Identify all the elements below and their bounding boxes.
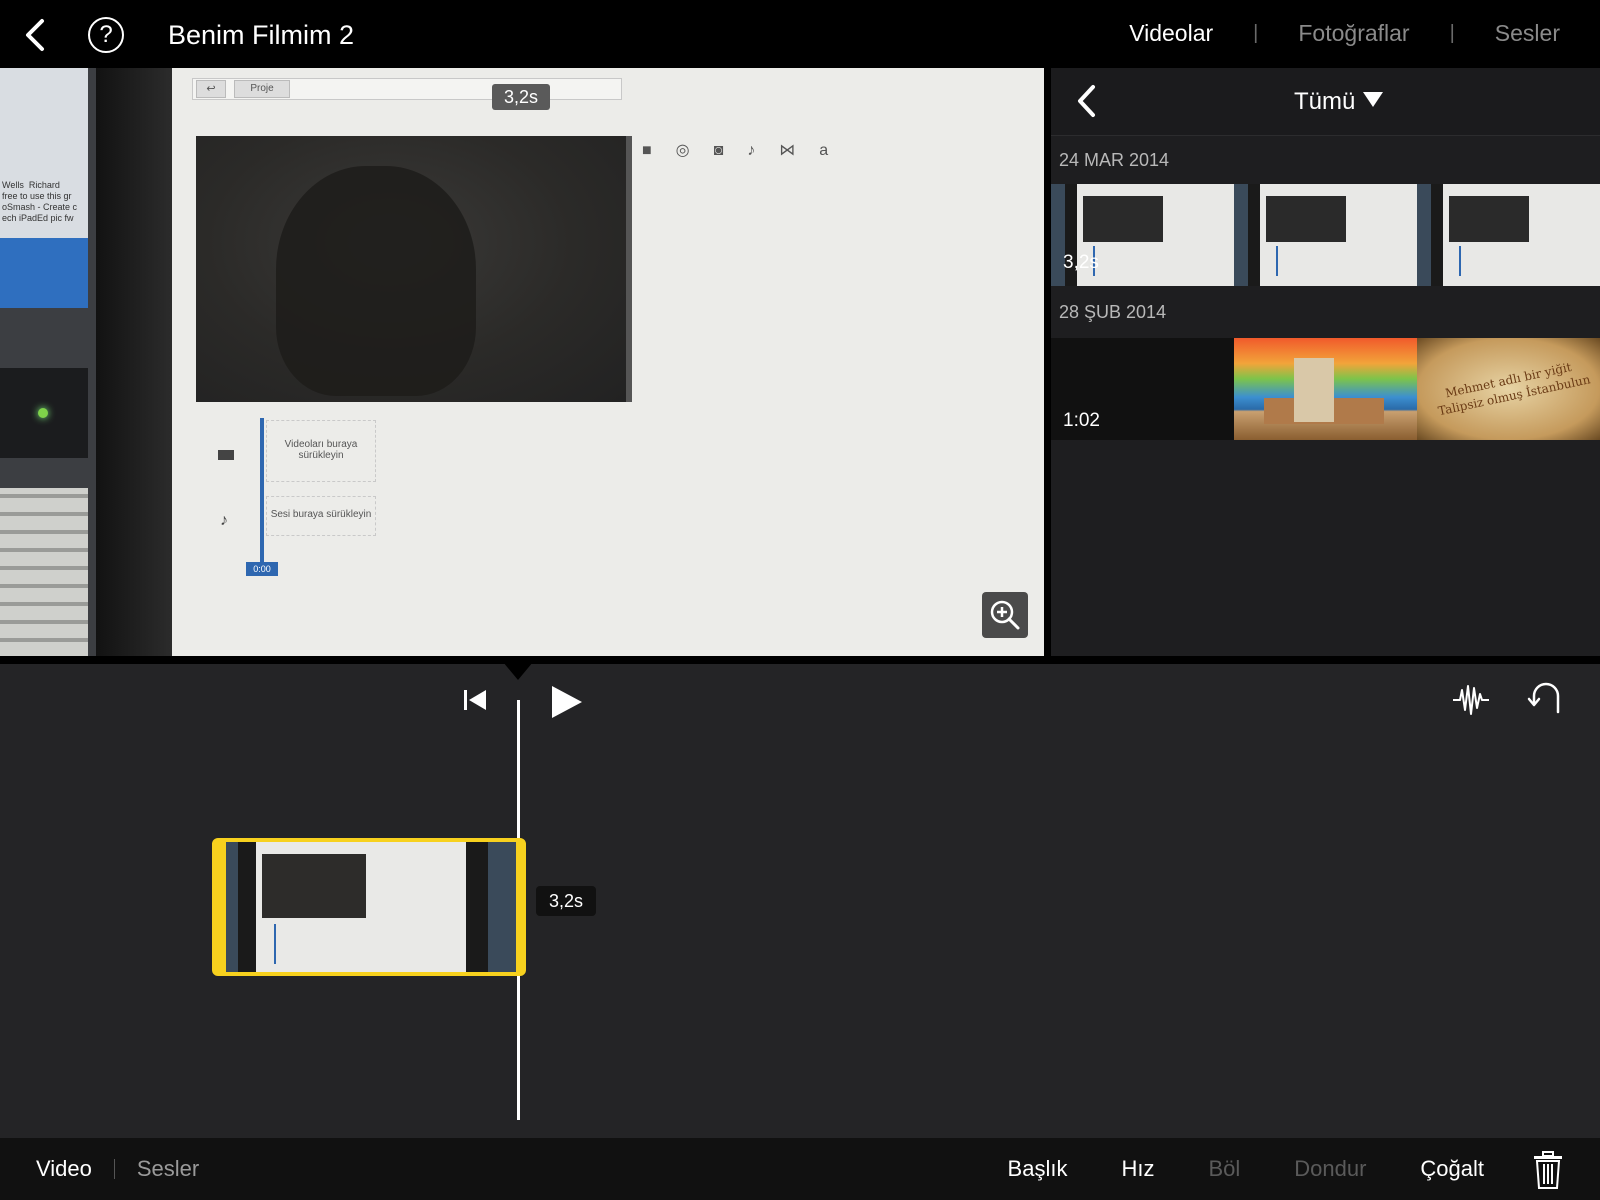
thumb-video (1266, 196, 1346, 242)
thumb-line (1276, 246, 1278, 276)
frame-proje-label: Proje (234, 80, 290, 98)
tab-separator: | (1449, 22, 1455, 44)
clip-duration: 1:02 (1063, 410, 1100, 431)
filter-dropdown[interactable]: Tümü (1294, 88, 1384, 116)
clip-line (274, 924, 276, 964)
clip-thumbnail (1234, 338, 1417, 440)
frame-tool-icons: ■◎◙♪⋈a (642, 142, 853, 159)
scroll-text: Mehmet adlı bir yiğit Talipsiz olmuş İst… (1436, 359, 1592, 419)
undo-icon[interactable] (1526, 682, 1566, 718)
title-button[interactable]: Başlık (1008, 1156, 1068, 1182)
clip-row[interactable] (1051, 184, 1600, 286)
thumb-video (1083, 196, 1163, 242)
clip-thumbnail (1417, 184, 1600, 286)
frame-drop-audio: Sesi buraya sürükleyin (266, 496, 376, 536)
frame-undo-icon: ↩ (196, 80, 226, 98)
speed-button[interactable]: Hız (1121, 1156, 1154, 1182)
tab-separator: | (1253, 22, 1259, 44)
duplicate-button[interactable]: Çoğalt (1420, 1156, 1484, 1182)
dropdown-triangle-icon (1363, 92, 1384, 107)
frame-video (196, 136, 632, 402)
inspector-mode-switch: Video Sesler (36, 1156, 199, 1182)
tab-videos[interactable]: Videolar (1129, 20, 1213, 47)
filter-label: Tümü (1294, 88, 1356, 115)
skip-to-start-icon[interactable] (462, 688, 488, 712)
browser-back-chevron-icon[interactable] (1075, 84, 1099, 118)
timeline-clip-selected[interactable] (212, 838, 526, 976)
thumb-video (1449, 196, 1529, 242)
timeline-clip-duration: 3,2s (536, 886, 596, 916)
bottom-toolbar: Video Sesler Başlık Hız Böl Dondur Çoğal… (0, 1138, 1600, 1200)
viewer-background-monitor: Wells Richard free to use this gr oSmash… (0, 68, 96, 656)
viewer-duration-badge: 3,2s (492, 84, 550, 110)
keyboard (0, 488, 88, 656)
playhead-notch (498, 656, 538, 680)
back-chevron-icon[interactable] (22, 18, 50, 52)
clip-duration: 3,2s (1063, 252, 1099, 273)
clip-actions: Başlık Hız Böl Dondur Çoğalt (1008, 1156, 1484, 1182)
tab-photos[interactable]: Fotoğraflar (1298, 20, 1409, 47)
mode-video[interactable]: Video (36, 1156, 92, 1182)
frame-playhead (260, 418, 264, 568)
clip-thumbnail (1234, 184, 1417, 286)
top-bar: ? Benim Filmim 2 Videolar | Fotoğraflar … (0, 0, 1600, 68)
monitor-text: Wells Richard free to use this gr oSmash… (2, 180, 78, 223)
frame-drop-video: Videoları buraya sürükleyin (266, 420, 376, 482)
mode-audio[interactable]: Sesler (137, 1156, 199, 1182)
split-button[interactable]: Böl (1208, 1156, 1240, 1182)
clip-thumbnail: Mehmet adlı bir yiğit Talipsiz olmuş İst… (1417, 338, 1600, 440)
power-led (38, 408, 48, 418)
video-viewer[interactable]: Wells Richard free to use this gr oSmash… (0, 68, 1044, 656)
trash-icon[interactable] (1532, 1150, 1564, 1190)
thumb-line (1459, 246, 1461, 276)
mode-separator (113, 1159, 115, 1179)
monitor-image (0, 238, 88, 308)
date-header: 24 MAR 2014 (1059, 150, 1170, 170)
help-icon[interactable]: ? (88, 17, 124, 53)
frame-camera-icon (218, 450, 234, 460)
frame-note-icon: ♪ (220, 512, 228, 529)
frame-timecode: 0:00 (246, 562, 278, 576)
play-icon[interactable] (552, 686, 582, 718)
thumb-tower (1294, 358, 1334, 422)
freeze-button[interactable]: Dondur (1294, 1156, 1366, 1182)
monitor-bezel (96, 68, 174, 656)
tab-audio[interactable]: Sesler (1495, 20, 1560, 47)
media-browser: Tümü 24 MAR 2014 3,2s 28 ŞUB 2014 Mehmet… (1051, 68, 1600, 656)
project-title: Benim Filmim 2 (168, 20, 355, 50)
timeline[interactable]: 3,2s (0, 656, 1600, 1138)
audio-waveform-icon[interactable] (1452, 682, 1490, 718)
browser-header: Tümü (1051, 68, 1600, 136)
date-header: 28 ŞUB 2014 (1059, 302, 1167, 322)
clip-video-area (262, 854, 366, 918)
viewer-frame: ↩ Proje ■◎◙♪⋈a ♪ 0:00 Videoları buraya s… (172, 68, 1044, 656)
media-type-tabs: Videolar | Fotoğraflar | Sesler (1129, 20, 1560, 47)
zoom-in-icon[interactable] (982, 592, 1028, 638)
frame-face (276, 166, 476, 396)
clip-row[interactable]: Mehmet adlı bir yiğit Talipsiz olmuş İst… (1051, 338, 1600, 440)
